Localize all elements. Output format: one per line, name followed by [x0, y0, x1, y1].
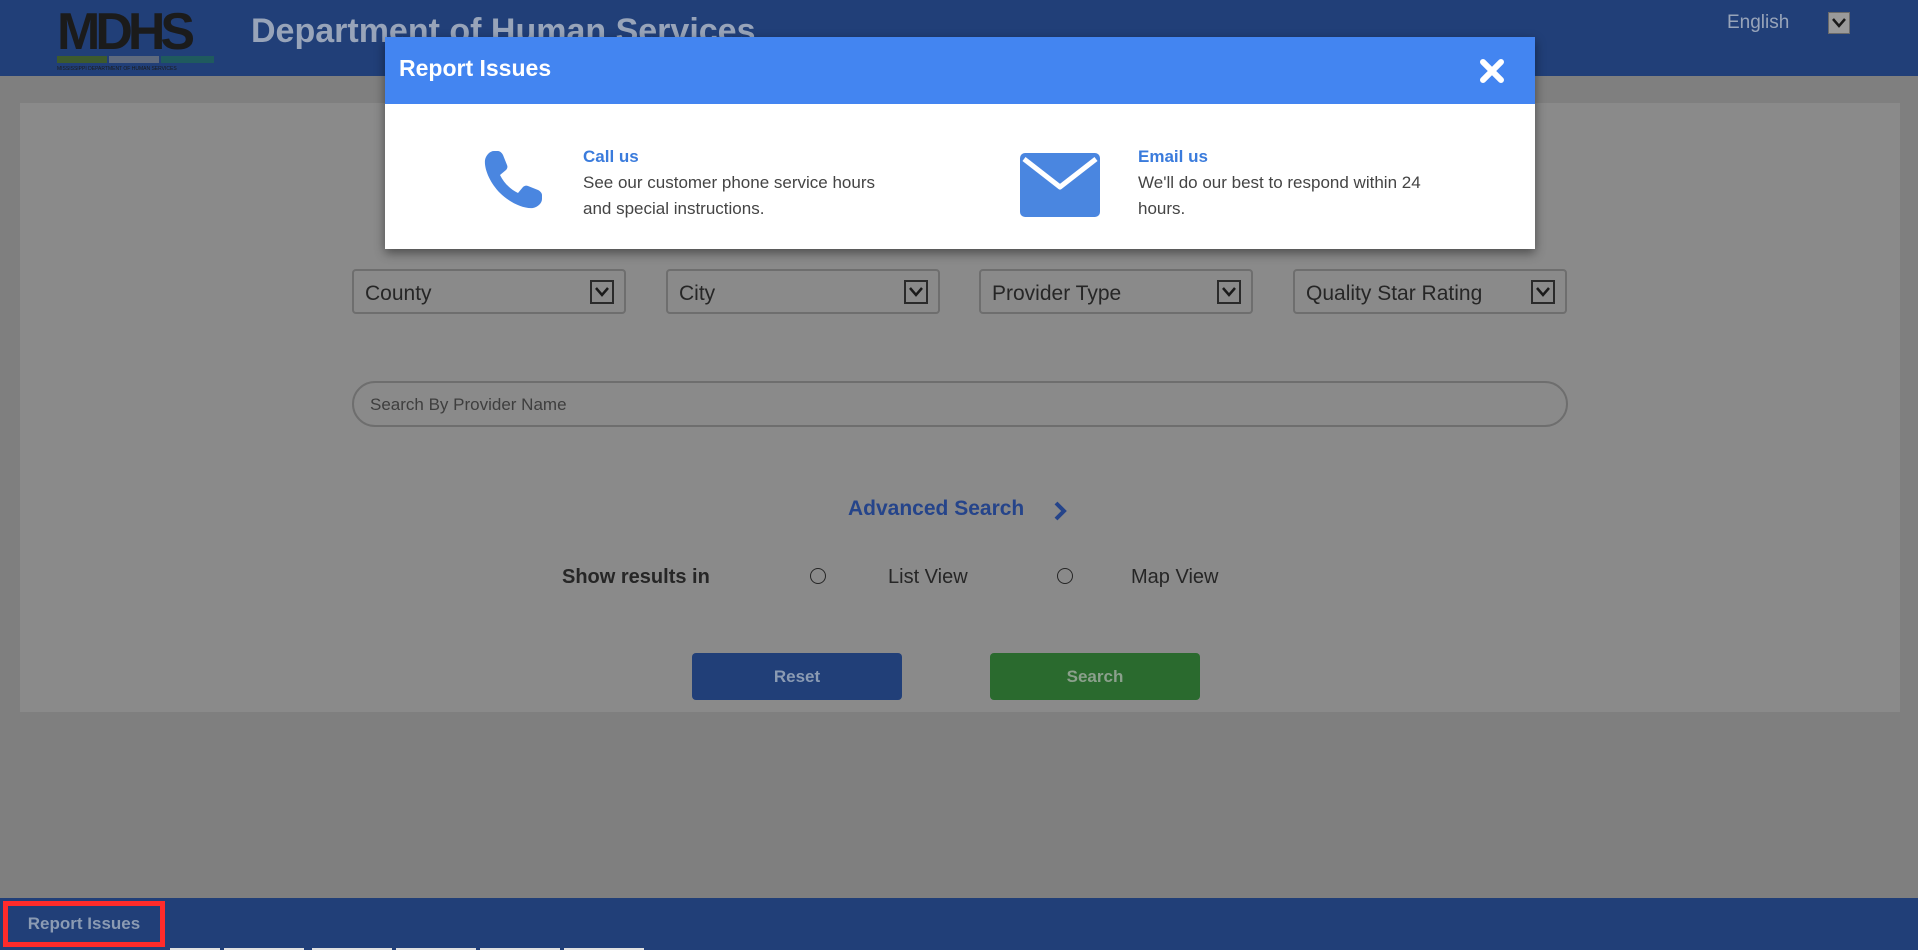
- logo-text: MDHS: [57, 3, 195, 61]
- logo-bar-green: [57, 56, 107, 63]
- modal-header: Report Issues: [385, 37, 1535, 104]
- chevron-down-icon: [1531, 280, 1555, 304]
- report-issues-modal: Report Issues Call us See our customer p…: [385, 37, 1535, 249]
- county-select-label: County: [365, 282, 432, 305]
- call-us-description-line2: and special instructions.: [583, 199, 765, 218]
- logo-bar-teal: [161, 56, 214, 63]
- phone-icon[interactable]: [480, 147, 546, 218]
- city-select[interactable]: City: [666, 269, 940, 314]
- county-select[interactable]: County: [352, 269, 626, 314]
- list-view-radio[interactable]: [810, 568, 826, 584]
- provider-type-select[interactable]: Provider Type: [979, 269, 1253, 314]
- call-us-description-line1: See our customer phone service hours: [583, 173, 875, 192]
- reset-button[interactable]: Reset: [692, 653, 902, 700]
- advanced-search-link[interactable]: Advanced Search: [848, 497, 1024, 521]
- chevron-down-icon: [1217, 280, 1241, 304]
- chevron-down-icon: [904, 280, 928, 304]
- chevron-right-icon[interactable]: [1053, 500, 1069, 527]
- email-us-link[interactable]: Email us: [1138, 147, 1208, 167]
- chevron-down-icon: [590, 280, 614, 304]
- language-label[interactable]: English: [1727, 12, 1789, 34]
- map-view-label[interactable]: Map View: [1131, 566, 1218, 589]
- mdhs-logo[interactable]: MDHS MISSISSIPPI DEPARTMENT OF HUMAN SER…: [57, 6, 214, 76]
- list-view-label[interactable]: List View: [888, 566, 968, 589]
- envelope-icon[interactable]: [1020, 153, 1100, 222]
- email-us-description-line2: hours.: [1138, 199, 1186, 218]
- provider-type-select-label: Provider Type: [992, 282, 1122, 305]
- site-footer: Report Issues: [0, 898, 1918, 950]
- show-results-label: Show results in: [562, 566, 710, 588]
- footer-divider: [170, 948, 644, 950]
- city-select-label: City: [679, 282, 716, 305]
- report-issues-button[interactable]: Report Issues: [3, 901, 165, 947]
- provider-search-field[interactable]: [352, 381, 1568, 427]
- language-dropdown-icon[interactable]: [1828, 12, 1850, 34]
- modal-title: Report Issues: [399, 55, 552, 81]
- email-us-description-line1: We'll do our best to respond within 24: [1138, 173, 1421, 192]
- call-us-link[interactable]: Call us: [583, 147, 639, 167]
- logo-bar-gray: [109, 56, 159, 63]
- search-button[interactable]: Search: [990, 653, 1200, 700]
- close-icon[interactable]: [1475, 54, 1509, 88]
- quality-star-rating-select-label: Quality Star Rating: [1306, 282, 1483, 305]
- logo-subtitle: MISSISSIPPI DEPARTMENT OF HUMAN SERVICES: [57, 66, 177, 72]
- map-view-radio[interactable]: [1057, 568, 1073, 584]
- provider-search-input[interactable]: [368, 393, 1552, 417]
- quality-star-rating-select[interactable]: Quality Star Rating: [1293, 269, 1567, 314]
